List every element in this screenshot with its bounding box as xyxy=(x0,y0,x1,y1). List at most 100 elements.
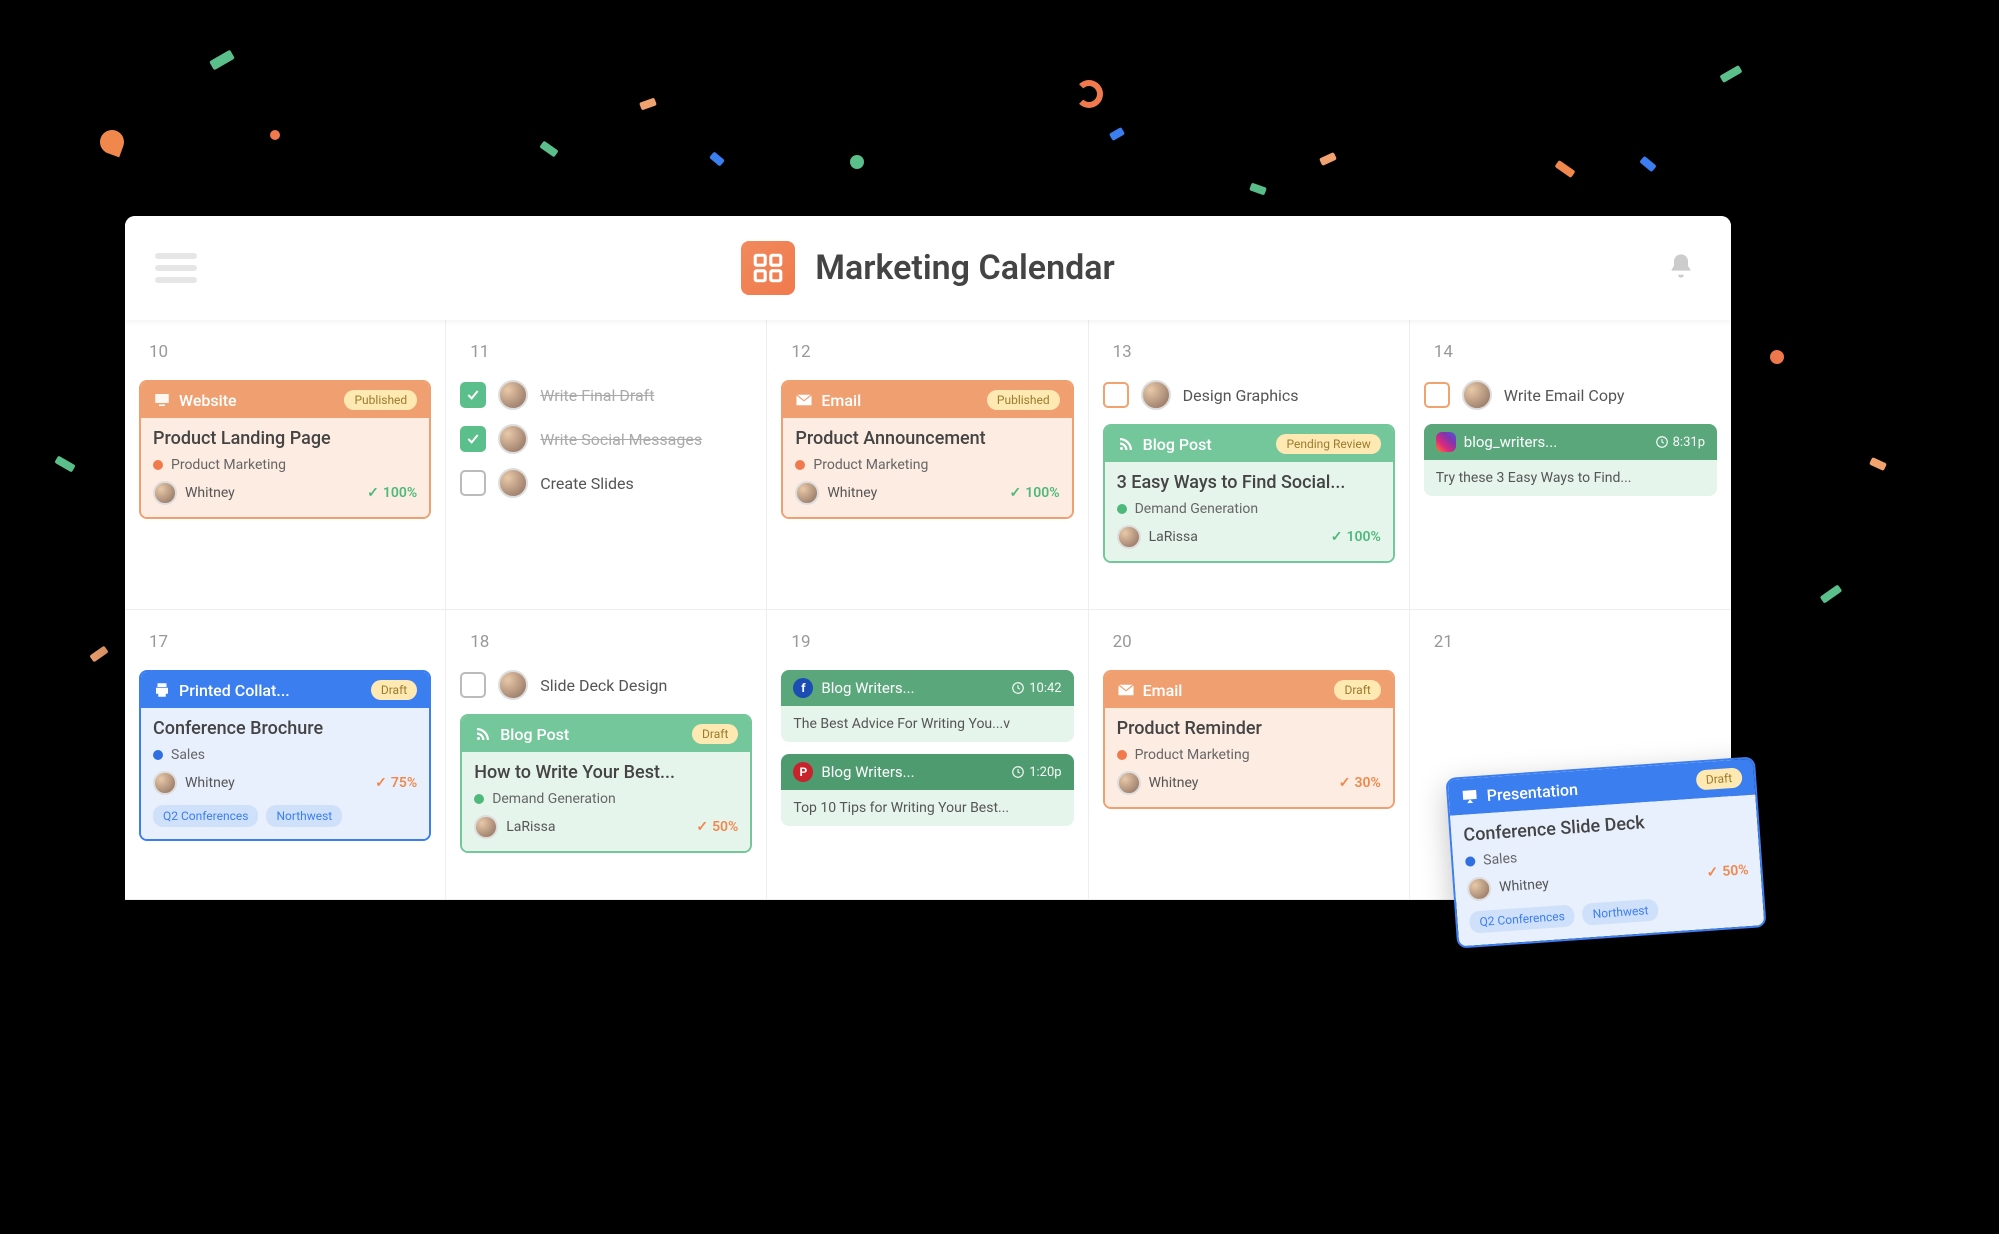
app-window: Marketing Calendar 10 Website Published … xyxy=(125,216,1731,900)
titlebar: Marketing Calendar xyxy=(125,216,1731,320)
tag[interactable]: Northwest xyxy=(266,805,342,827)
checkbox[interactable] xyxy=(460,672,486,698)
social-time: 10:42 xyxy=(1011,681,1061,696)
confetti xyxy=(89,646,108,663)
category-dot xyxy=(1117,504,1127,514)
task-row[interactable]: Design Graphics xyxy=(1103,380,1395,410)
assignee-name: Whitney xyxy=(1149,775,1199,791)
floating-card[interactable]: Presentation Draft Conference Slide Deck… xyxy=(1445,756,1766,948)
card-title: Product Landing Page xyxy=(153,428,417,449)
confetti xyxy=(1639,156,1656,172)
card-type: Website xyxy=(179,391,336,410)
tag[interactable]: Northwest xyxy=(1582,899,1659,926)
status-pill: Draft xyxy=(1695,767,1743,790)
category-label: Demand Generation xyxy=(492,791,616,807)
confetti xyxy=(539,141,558,158)
day-number: 14 xyxy=(1434,342,1717,362)
day-cell[interactable]: 12 Email Published Product Announcement … xyxy=(767,320,1088,610)
checkbox[interactable] xyxy=(460,470,486,496)
present-icon xyxy=(1460,787,1479,806)
day-number: 10 xyxy=(149,342,431,362)
day-cell[interactable]: 10 Website Published Product Landing Pag… xyxy=(125,320,446,610)
card-type: Email xyxy=(821,391,979,410)
day-number: 20 xyxy=(1113,632,1395,652)
day-cell[interactable]: 20 Email Draft Product Reminder Product … xyxy=(1089,610,1410,900)
task-label: Create Slides xyxy=(540,474,634,493)
card-header: Blog Post Pending Review xyxy=(1105,426,1393,462)
avatar xyxy=(498,468,528,498)
card-body: Conference Brochure Sales Whitney ✓ 75% … xyxy=(141,708,429,839)
assignee-name: Whitney xyxy=(185,485,235,501)
card-body: Product Announcement Product Marketing W… xyxy=(783,418,1071,517)
card-title: Product Reminder xyxy=(1117,718,1381,739)
confetti xyxy=(1869,457,1887,471)
project-card[interactable]: Blog Post Pending Review 3 Easy Ways to … xyxy=(1103,424,1395,563)
progress: ✓ 50% xyxy=(696,819,738,835)
checkbox[interactable] xyxy=(1424,382,1450,408)
category-label: Product Marketing xyxy=(813,457,928,473)
card-title: Product Announcement xyxy=(795,428,1059,449)
card-body: Conference Slide Deck Sales Whitney ✓ 50… xyxy=(1450,794,1764,946)
social-card[interactable]: f Blog Writers... 10:42 The Best Advice … xyxy=(781,670,1073,742)
task-row[interactable]: Slide Deck Design xyxy=(460,670,752,700)
day-cell[interactable]: 18 Slide Deck Design Blog Post Draft How… xyxy=(446,610,767,900)
social-card[interactable]: blog_writers... 8:31p Try these 3 Easy W… xyxy=(1424,424,1717,496)
task-row[interactable]: Write Email Copy xyxy=(1424,380,1717,410)
day-cell[interactable]: 17 Printed Collat... Draft Conference Br… xyxy=(125,610,446,900)
project-card[interactable]: Email Draft Product Reminder Product Mar… xyxy=(1103,670,1395,809)
category-row: Sales xyxy=(153,747,417,763)
confetti xyxy=(270,130,280,140)
avatar xyxy=(153,771,177,795)
day-cell[interactable]: 13 Design Graphics Blog Post Pending Rev… xyxy=(1089,320,1410,610)
status-pill: Published xyxy=(987,390,1060,410)
notifications-button[interactable] xyxy=(1667,252,1695,284)
task-row[interactable]: Write Final Draft xyxy=(460,380,752,410)
day-cell[interactable]: 11 Write Final Draft Write Social Messag… xyxy=(446,320,767,610)
menu-button[interactable] xyxy=(155,253,197,283)
social-title: Blog Writers... xyxy=(821,679,1003,697)
progress: ✓ 50% xyxy=(1706,862,1749,881)
task-label: Write Email Copy xyxy=(1504,386,1625,405)
category-label: Sales xyxy=(171,747,205,763)
card-title: 3 Easy Ways to Find Social... xyxy=(1117,472,1381,493)
checkbox[interactable] xyxy=(460,426,486,452)
checkbox[interactable] xyxy=(1103,382,1129,408)
day-cell[interactable]: 19 f Blog Writers... 10:42 The Best Advi… xyxy=(767,610,1088,900)
confetti xyxy=(54,456,75,473)
card-title: Conference Brochure xyxy=(153,718,417,739)
status-pill: Draft xyxy=(1334,680,1380,700)
category-row: Product Marketing xyxy=(153,457,417,473)
confetti xyxy=(1555,160,1576,178)
category-dot xyxy=(795,460,805,470)
card-header: Blog Post Draft xyxy=(462,716,750,752)
confetti xyxy=(97,127,128,158)
category-label: Sales xyxy=(1483,850,1518,868)
task-label: Design Graphics xyxy=(1183,386,1299,405)
project-card[interactable]: Printed Collat... Draft Conference Broch… xyxy=(139,670,431,841)
project-card[interactable]: Blog Post Draft How to Write Your Best..… xyxy=(460,714,752,853)
day-cell[interactable]: 14 Write Email Copy blog_writers... 8:31… xyxy=(1410,320,1731,610)
tag[interactable]: Q2 Conferences xyxy=(153,805,258,827)
day-number: 21 xyxy=(1434,632,1717,652)
task-row[interactable]: Write Social Messages xyxy=(460,424,752,454)
social-card[interactable]: P Blog Writers... 1:20p Top 10 Tips for … xyxy=(781,754,1073,826)
card-header: Website Published xyxy=(141,382,429,418)
insta-icon xyxy=(1436,432,1456,452)
assignee-name: Whitney xyxy=(1499,876,1550,895)
checkbox[interactable] xyxy=(460,382,486,408)
card-header: Email Published xyxy=(783,382,1071,418)
tag[interactable]: Q2 Conferences xyxy=(1469,904,1576,933)
social-title: blog_writers... xyxy=(1464,433,1647,451)
task-row[interactable]: Create Slides xyxy=(460,468,752,498)
progress: ✓ 75% xyxy=(375,775,417,791)
project-card[interactable]: Email Published Product Announcement Pro… xyxy=(781,380,1073,519)
app-logo-icon xyxy=(741,241,795,295)
print-icon xyxy=(153,681,171,699)
avatar xyxy=(498,424,528,454)
social-card-header: P Blog Writers... 1:20p xyxy=(781,754,1073,790)
task-label: Write Final Draft xyxy=(540,386,654,405)
avatar xyxy=(498,380,528,410)
project-card[interactable]: Website Published Product Landing Page P… xyxy=(139,380,431,519)
task-label: Write Social Messages xyxy=(540,430,702,449)
monitor-icon xyxy=(153,391,171,409)
